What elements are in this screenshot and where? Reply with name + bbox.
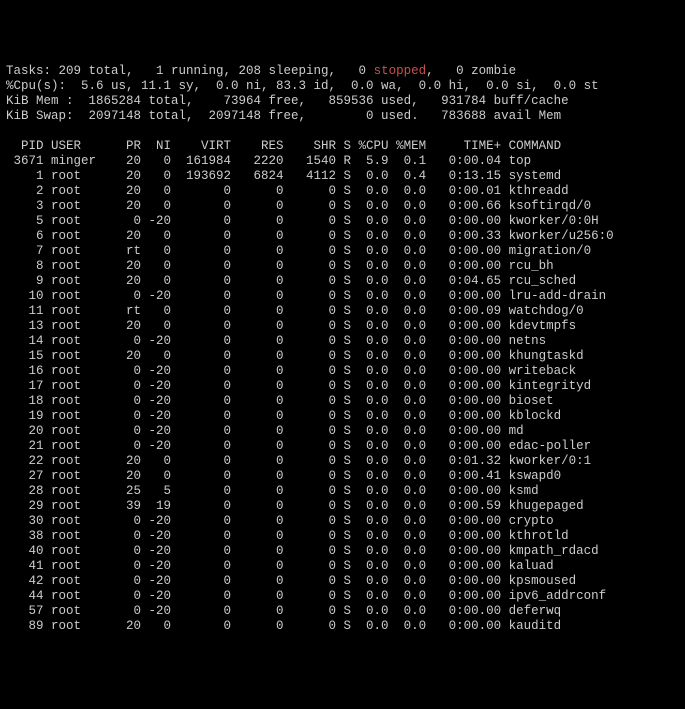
process-row[interactable]: 14 root 0 -20 0 0 0 S 0.0 0.0 0:00.00 ne… [6, 334, 679, 349]
process-row[interactable]: 7 root rt 0 0 0 0 S 0.0 0.0 0:00.00 migr… [6, 244, 679, 259]
process-row[interactable]: 44 root 0 -20 0 0 0 S 0.0 0.0 0:00.00 ip… [6, 589, 679, 604]
process-row[interactable]: 11 root rt 0 0 0 0 S 0.0 0.0 0:00.09 wat… [6, 304, 679, 319]
process-row[interactable]: 20 root 0 -20 0 0 0 S 0.0 0.0 0:00.00 md [6, 424, 679, 439]
process-row[interactable]: 13 root 20 0 0 0 0 S 0.0 0.0 0:00.00 kde… [6, 319, 679, 334]
mem-line: KiB Mem : 1865284 total, 73964 free, 859… [6, 94, 679, 109]
process-row[interactable]: 5 root 0 -20 0 0 0 S 0.0 0.0 0:00.00 kwo… [6, 214, 679, 229]
process-list[interactable]: 3671 minger 20 0 161984 2220 1540 R 5.9 … [6, 154, 679, 634]
process-row[interactable]: 57 root 0 -20 0 0 0 S 0.0 0.0 0:00.00 de… [6, 604, 679, 619]
process-row[interactable]: 3 root 20 0 0 0 0 S 0.0 0.0 0:00.66 ksof… [6, 199, 679, 214]
blank-line [6, 124, 679, 139]
process-row[interactable]: 22 root 20 0 0 0 0 S 0.0 0.0 0:01.32 kwo… [6, 454, 679, 469]
process-row[interactable]: 30 root 0 -20 0 0 0 S 0.0 0.0 0:00.00 cr… [6, 514, 679, 529]
top-output[interactable]: Tasks: 209 total, 1 running, 208 sleepin… [6, 64, 679, 634]
process-row[interactable]: 29 root 39 19 0 0 0 S 0.0 0.0 0:00.59 kh… [6, 499, 679, 514]
process-row[interactable]: 41 root 0 -20 0 0 0 S 0.0 0.0 0:00.00 ka… [6, 559, 679, 574]
cpu-line: %Cpu(s): 5.6 us, 11.1 sy, 0.0 ni, 83.3 i… [6, 79, 679, 94]
process-row[interactable]: 16 root 0 -20 0 0 0 S 0.0 0.0 0:00.00 wr… [6, 364, 679, 379]
process-row[interactable]: 10 root 0 -20 0 0 0 S 0.0 0.0 0:00.00 lr… [6, 289, 679, 304]
process-row[interactable]: 1 root 20 0 193692 6824 4112 S 0.0 0.4 0… [6, 169, 679, 184]
process-row[interactable]: 28 root 25 5 0 0 0 S 0.0 0.0 0:00.00 ksm… [6, 484, 679, 499]
process-row[interactable]: 89 root 20 0 0 0 0 S 0.0 0.0 0:00.00 kau… [6, 619, 679, 634]
process-row[interactable]: 6 root 20 0 0 0 0 S 0.0 0.0 0:00.33 kwor… [6, 229, 679, 244]
process-row[interactable]: 38 root 0 -20 0 0 0 S 0.0 0.0 0:00.00 kt… [6, 529, 679, 544]
process-row[interactable]: 21 root 0 -20 0 0 0 S 0.0 0.0 0:00.00 ed… [6, 439, 679, 454]
process-row[interactable]: 15 root 20 0 0 0 0 S 0.0 0.0 0:00.00 khu… [6, 349, 679, 364]
process-row[interactable]: 9 root 20 0 0 0 0 S 0.0 0.0 0:04.65 rcu_… [6, 274, 679, 289]
column-headers[interactable]: PID USER PR NI VIRT RES SHR S %CPU %MEM … [6, 139, 679, 154]
process-row[interactable]: 40 root 0 -20 0 0 0 S 0.0 0.0 0:00.00 km… [6, 544, 679, 559]
process-row[interactable]: 2 root 20 0 0 0 0 S 0.0 0.0 0:00.01 kthr… [6, 184, 679, 199]
stopped-word: stopped [374, 64, 427, 78]
process-row[interactable]: 8 root 20 0 0 0 0 S 0.0 0.0 0:00.00 rcu_… [6, 259, 679, 274]
swap-line: KiB Swap: 2097148 total, 2097148 free, 0… [6, 109, 679, 124]
process-row[interactable]: 19 root 0 -20 0 0 0 S 0.0 0.0 0:00.00 kb… [6, 409, 679, 424]
process-row[interactable]: 3671 minger 20 0 161984 2220 1540 R 5.9 … [6, 154, 679, 169]
process-row[interactable]: 42 root 0 -20 0 0 0 S 0.0 0.0 0:00.00 kp… [6, 574, 679, 589]
process-row[interactable]: 18 root 0 -20 0 0 0 S 0.0 0.0 0:00.00 bi… [6, 394, 679, 409]
process-row[interactable]: 17 root 0 -20 0 0 0 S 0.0 0.0 0:00.00 ki… [6, 379, 679, 394]
tasks-line: Tasks: 209 total, 1 running, 208 sleepin… [6, 64, 679, 79]
process-row[interactable]: 27 root 20 0 0 0 0 S 0.0 0.0 0:00.41 ksw… [6, 469, 679, 484]
